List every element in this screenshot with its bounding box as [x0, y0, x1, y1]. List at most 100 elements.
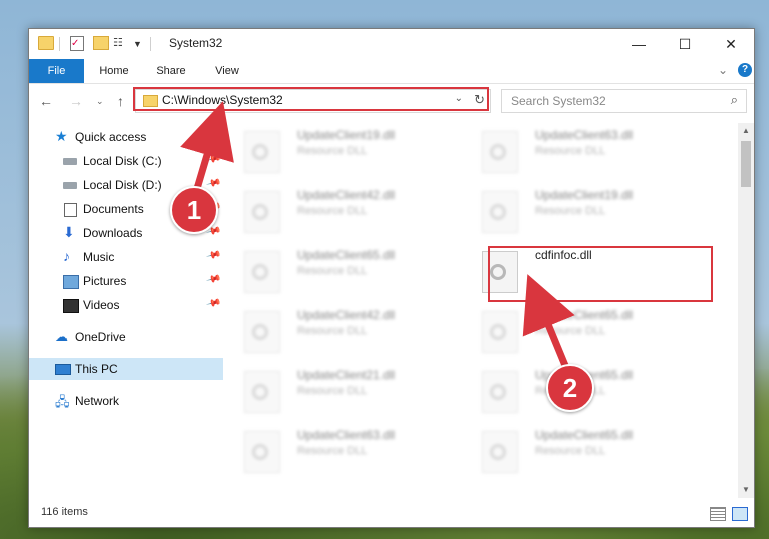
sidebar-item-network[interactable]: 🖧 Network	[29, 390, 223, 412]
dll-file-icon	[244, 191, 280, 233]
navigation-bar: ← → ⌄ ↑ C:\Windows\System32 ⌄ ↻ Search S…	[29, 84, 754, 118]
file-type: Resource DLL	[297, 205, 368, 217]
sidebar-item-label: Videos	[83, 298, 120, 312]
up-button[interactable]: ↑	[117, 93, 124, 109]
file-type: Resource DLL	[535, 145, 606, 157]
pin-icon[interactable]: 📌	[205, 152, 221, 168]
expand-ribbon-icon[interactable]: ⌄	[718, 63, 728, 77]
dll-file-icon	[482, 191, 518, 233]
sidebar-item-music[interactable]: ♪ Music 📌	[29, 246, 223, 268]
file-name: UpdateClient65.dll	[297, 248, 396, 262]
sidebar-item-local-disk-c[interactable]: Local Disk (C:) 📌	[29, 150, 223, 172]
file-item[interactable]: UpdateClient21.dll Resource DLL	[224, 363, 460, 417]
file-name: UpdateClient21.dll	[297, 368, 396, 382]
chevron-down-icon[interactable]: ⌄	[455, 93, 463, 104]
back-button[interactable]: ←	[39, 93, 53, 109]
file-explorer-window: ✓ ☷ ▼ System32 — ☐ ✕ File Home Share Vie…	[28, 28, 755, 528]
pin-icon[interactable]: 📌	[205, 248, 221, 264]
pin-icon[interactable]: 📌	[205, 176, 221, 192]
file-item[interactable]: UpdateClient42.dll Resource DLL	[224, 183, 460, 237]
file-type: Resource DLL	[535, 205, 606, 217]
forward-button[interactable]: →	[69, 93, 83, 109]
search-placeholder: Search System32	[511, 94, 606, 108]
sidebar-item-pictures[interactable]: Pictures 📌	[29, 270, 223, 292]
search-icon[interactable]: ⌕	[731, 92, 738, 108]
title-bar: ✓ ☷ ▼ System32 — ☐ ✕	[29, 29, 754, 59]
vertical-scrollbar[interactable]: ▲ ▼	[738, 123, 754, 498]
sidebar-item-label: Documents	[83, 202, 144, 216]
search-input[interactable]: Search System32 ⌕	[501, 89, 747, 113]
sidebar-item-label: Local Disk (D:)	[83, 178, 162, 192]
file-item[interactable]: UpdateClient42.dll Resource DLL	[224, 303, 460, 357]
sidebar-item-label: Quick access	[75, 130, 147, 144]
new-folder-icon[interactable]	[93, 36, 109, 50]
file-item[interactable]: UpdateClient65.dll Resource DLL	[462, 423, 698, 477]
sidebar-item-label: Network	[75, 394, 120, 408]
close-button[interactable]: ✕	[708, 29, 754, 59]
sidebar-item-label: Pictures	[83, 274, 127, 288]
drive-icon	[63, 158, 77, 165]
item-count: 116 items	[41, 506, 88, 518]
details-view-icon[interactable]	[710, 507, 726, 521]
scroll-up-icon[interactable]: ▲	[738, 123, 754, 139]
tab-share[interactable]: Share	[147, 59, 195, 83]
large-icons-view-icon[interactable]	[732, 507, 748, 521]
dll-file-icon	[244, 131, 280, 173]
file-item[interactable]: UpdateClient65.dll Resource DLL	[462, 303, 698, 357]
dll-file-icon	[482, 311, 518, 353]
tab-home[interactable]: Home	[89, 59, 139, 83]
file-name: UpdateClient19.dll	[297, 128, 396, 142]
file-name: UpdateClient42.dll	[297, 188, 396, 202]
file-name: UpdateClient42.dll	[297, 308, 396, 322]
status-bar: 116 items	[29, 499, 754, 527]
scroll-down-icon[interactable]: ▼	[738, 482, 754, 498]
sidebar-item-this-pc[interactable]: This PC	[29, 358, 223, 380]
file-item[interactable]: UpdateClient19.dll Resource DLL	[224, 123, 460, 177]
drive-icon	[63, 182, 77, 189]
help-icon[interactable]: ?	[738, 63, 752, 77]
file-item-cdfinfoc[interactable]: cdfinfoc.dll	[462, 243, 698, 297]
file-item[interactable]: UpdateClient63.dll Resource DLL	[224, 423, 460, 477]
scroll-thumb[interactable]	[741, 141, 751, 187]
dll-file-icon	[244, 371, 280, 413]
music-icon: ♪	[63, 248, 70, 264]
refresh-icon[interactable]: ↻	[474, 92, 485, 108]
file-name: UpdateClient63.dll	[297, 428, 396, 442]
customize-toolbar-icon[interactable]: ☷	[113, 36, 127, 49]
pin-icon[interactable]: 📌	[205, 272, 221, 288]
window-title: System32	[169, 36, 223, 50]
address-bar[interactable]: C:\Windows\System32 ⌄ ↻	[135, 89, 491, 113]
folder-icon	[143, 95, 158, 107]
file-type: Resource DLL	[297, 145, 368, 157]
file-name: UpdateClient65.dll	[535, 308, 634, 322]
file-item[interactable]: UpdateClient63.dll Resource DLL	[462, 123, 698, 177]
tab-view[interactable]: View	[203, 59, 251, 83]
dll-file-icon	[482, 371, 518, 413]
sidebar-item-videos[interactable]: Videos 📌	[29, 294, 223, 316]
step-2-badge: 2	[546, 364, 594, 412]
file-item[interactable]: UpdateClient19.dll Resource DLL	[462, 183, 698, 237]
chevron-down-icon[interactable]: ▼	[133, 36, 142, 52]
file-item[interactable]: UpdateClient65.dll Resource DLL	[224, 243, 460, 297]
tab-file[interactable]: File	[29, 59, 84, 83]
sidebar-item-onedrive[interactable]: ☁ OneDrive	[29, 326, 223, 348]
properties-icon[interactable]: ✓	[70, 36, 84, 51]
file-name: UpdateClient19.dll	[535, 188, 634, 202]
video-icon	[63, 299, 79, 313]
ribbon-tabs: File Home Share View ⌄ ?	[29, 59, 754, 84]
file-type: Resource DLL	[535, 445, 606, 457]
maximize-button[interactable]: ☐	[662, 29, 708, 59]
sidebar-item-quick-access[interactable]: ★ Quick access	[29, 126, 223, 148]
minimize-button[interactable]: —	[616, 29, 662, 59]
star-icon: ★	[55, 128, 68, 144]
sidebar-item-label: Downloads	[83, 226, 143, 240]
computer-icon	[55, 364, 71, 375]
dll-file-icon	[482, 131, 518, 173]
pin-icon[interactable]: 📌	[205, 296, 221, 312]
dll-file-icon	[244, 311, 280, 353]
navigation-pane: ★ Quick access Local Disk (C:) 📌 Local D…	[29, 123, 223, 498]
file-type: Resource DLL	[297, 385, 368, 397]
pictures-icon	[63, 275, 79, 289]
address-path[interactable]: C:\Windows\System32	[162, 93, 283, 107]
recent-locations-button[interactable]: ⌄	[96, 96, 104, 107]
